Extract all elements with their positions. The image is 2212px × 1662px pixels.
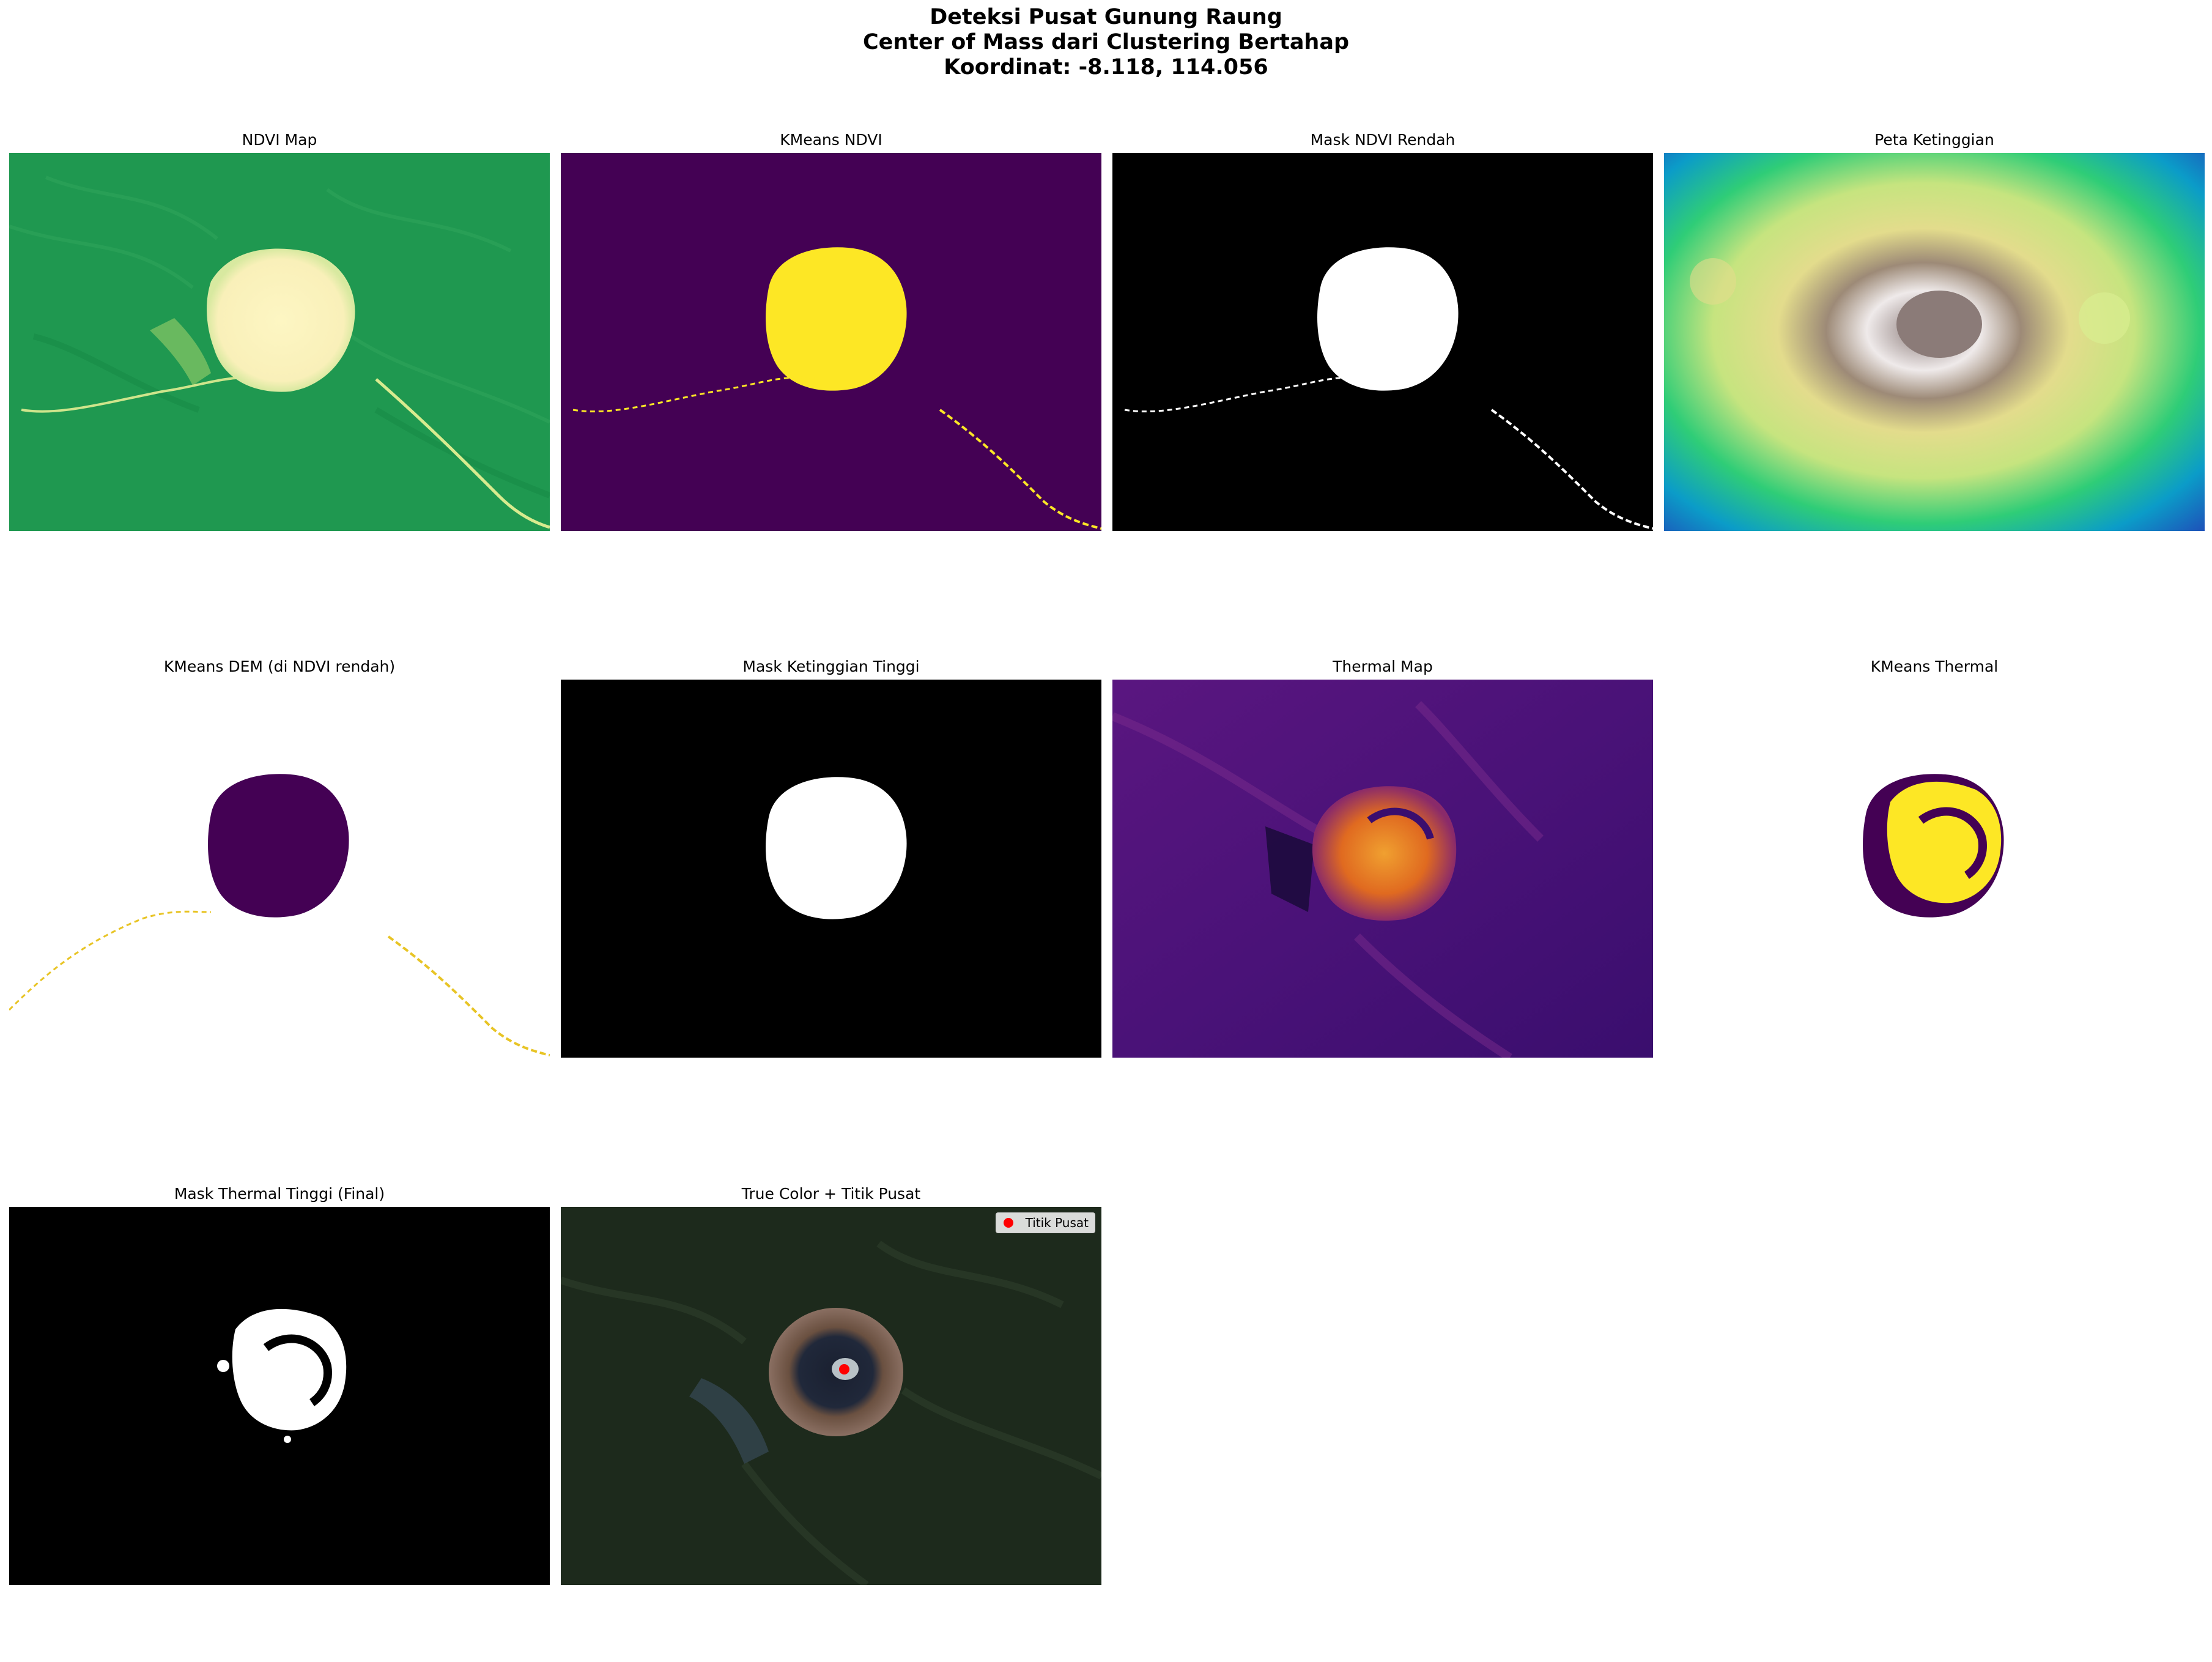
panel-title-mask-thermal-final: Mask Thermal Tinggi (Final)	[174, 1185, 385, 1203]
kmeans-ndvi-image	[561, 153, 1101, 531]
panel-title-mask-ketinggian-tinggi: Mask Ketinggian Tinggi	[742, 658, 920, 675]
panel-title-peta-ketinggian: Peta Ketinggian	[1874, 131, 1994, 149]
panel-title-mask-ndvi-rendah: Mask NDVI Rendah	[1310, 131, 1456, 149]
panel-title-kmeans-dem: KMeans DEM (di NDVI rendah)	[163, 658, 396, 675]
figure-title-line-2: Center of Mass dari Clustering Bertahap	[862, 30, 1350, 54]
kmeans-thermal-image	[1664, 680, 2205, 1058]
mask-ketinggian-tinggi-image	[561, 680, 1101, 1058]
peta-ketinggian-image	[1664, 153, 2205, 531]
panel-title-kmeans-thermal: KMeans Thermal	[1870, 658, 1999, 675]
ndvi-map-image	[9, 153, 550, 531]
legend-label: Titik Pusat	[1025, 1215, 1089, 1230]
kmeans-dem-image	[9, 680, 550, 1058]
figure-title-line-3: Koordinat: -8.118, 114.056	[944, 55, 1268, 80]
panel-title-ndvi-map: NDVI Map	[242, 131, 317, 149]
panel-title-thermal-map: Thermal Map	[1333, 658, 1433, 675]
legend: Titik Pusat	[995, 1212, 1095, 1233]
mask-ndvi-rendah-image	[1112, 153, 1653, 531]
panel-title-kmeans-ndvi: KMeans NDVI	[780, 131, 882, 149]
mask-thermal-final-image	[9, 1207, 550, 1585]
figure-title-line-1: Deteksi Pusat Gunung Raung	[930, 5, 1282, 29]
figure-title: Deteksi Pusat Gunung Raung Center of Mas…	[0, 5, 2212, 80]
thermal-map-image	[1112, 680, 1653, 1058]
panel-title-true-color: True Color + Titik Pusat	[741, 1185, 921, 1203]
legend-marker-icon	[1003, 1218, 1013, 1228]
center-point-marker	[839, 1364, 849, 1374]
true-color-image: Titik Pusat	[561, 1207, 1101, 1585]
